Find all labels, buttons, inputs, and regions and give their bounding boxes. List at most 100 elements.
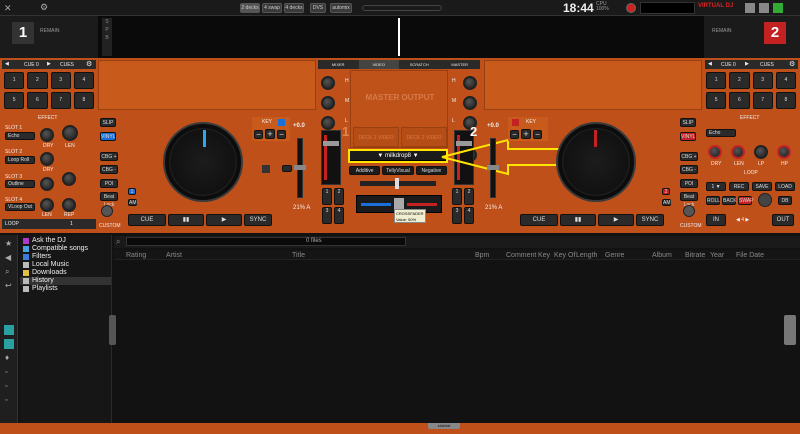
deck2-loop-load[interactable]: LOAD xyxy=(775,182,795,191)
deck2-cue-button[interactable]: CUE xyxy=(520,214,558,226)
deck2-fx-knob-len[interactable] xyxy=(731,145,745,159)
deck1-hotcue-1[interactable]: 1 xyxy=(4,72,25,89)
deck2-loop-roll[interactable]: ROLL xyxy=(706,196,720,205)
col-title[interactable]: Title xyxy=(292,252,305,259)
deck2-hotcue-5[interactable]: 5 xyxy=(706,92,727,109)
video-fx-telly[interactable]: TellyVisual xyxy=(382,166,414,175)
deck2-beatlock-button[interactable]: Beat Lock xyxy=(680,192,698,208)
fullscreen-button[interactable] xyxy=(773,3,783,13)
deck1-slot1-select[interactable]: Echo xyxy=(5,132,35,140)
deck1-key-lock-icon[interactable] xyxy=(278,119,285,126)
deck2-poi-button[interactable]: POI xyxy=(680,179,698,188)
deck1-cue-button[interactable]: CUE xyxy=(128,214,166,226)
deck2-slot1-select[interactable]: Echo xyxy=(706,129,736,137)
deck1-volume-fader[interactable] xyxy=(321,130,341,185)
col-genre[interactable]: Genre xyxy=(605,252,624,259)
deck2-loop-rec[interactable]: REC xyxy=(729,182,749,191)
search-icon[interactable]: ⌕ xyxy=(116,237,120,247)
deck2-loop-knob[interactable] xyxy=(758,193,772,207)
tree-item-compatible-songs[interactable]: Compatible songs xyxy=(20,245,111,253)
deck1-pitch-knob[interactable] xyxy=(262,165,270,173)
deck1-hotcue-8[interactable]: 8 xyxy=(73,92,94,109)
deck2-fx-knob-dry[interactable] xyxy=(708,145,722,159)
deck1-hotcue-5[interactable]: 5 xyxy=(4,92,25,109)
deck1-slip-button[interactable]: SLIP xyxy=(100,118,116,127)
deck2-cbg-plus[interactable]: CBG + xyxy=(680,152,698,161)
col-year[interactable]: Year xyxy=(710,252,724,259)
col-comment[interactable]: Comment xyxy=(506,252,536,259)
deck1-fx2-knob[interactable] xyxy=(40,152,54,166)
fader2-btn-1[interactable]: 1 xyxy=(452,188,462,205)
col-rating[interactable]: Rating xyxy=(126,252,146,259)
deck2-hotcue-2[interactable]: 2 xyxy=(729,72,750,89)
deck1-cbg-minus[interactable]: CBG - xyxy=(100,165,118,174)
triangle-icon[interactable]: ◀ xyxy=(5,253,11,262)
deck2-hotcue-7[interactable]: 7 xyxy=(752,92,773,109)
deck2-prev-icon[interactable]: ◀ xyxy=(708,61,712,67)
deck2-hotcue-3[interactable]: 3 xyxy=(752,72,773,89)
col-key-of[interactable]: Key Of xyxy=(554,252,575,259)
deck2-key-plus[interactable]: + xyxy=(521,129,531,139)
deck2-key-minus[interactable]: − xyxy=(510,130,519,139)
deck2-hotcue-8[interactable]: 8 xyxy=(775,92,796,109)
deck1-poi-button[interactable]: POI xyxy=(100,179,118,188)
deck2-pitch-handle[interactable] xyxy=(487,165,499,170)
close-icon[interactable]: ✕ xyxy=(4,3,14,13)
col-album[interactable]: Album xyxy=(652,252,672,259)
deck1-key-plus[interactable]: + xyxy=(265,129,275,139)
deck2-pause-button[interactable]: ▮▮ xyxy=(560,214,596,226)
deck2-sync-button[interactable]: SYNC xyxy=(636,214,664,226)
deck2-loop-value[interactable]: ◀ 4 ▶ xyxy=(736,217,749,223)
restore-button[interactable] xyxy=(759,3,769,13)
deck1-slot3-select[interactable]: Outline xyxy=(5,180,35,188)
deck1-eq-mid-knob[interactable] xyxy=(321,96,335,110)
sideliat-tab[interactable]: sideliat xyxy=(428,423,460,429)
list-icon[interactable]: ▫ xyxy=(5,383,7,390)
deck1-cbg-plus[interactable]: CBG + xyxy=(100,152,118,161)
deck2-hotcue-6[interactable]: 6 xyxy=(729,92,750,109)
search-icon[interactable]: ⌕ xyxy=(5,267,9,277)
deck2-loop-size[interactable]: 1 ▼ xyxy=(706,182,726,191)
deck2-key-lock-icon[interactable] xyxy=(512,119,519,126)
settings-icon[interactable]: ⚙ xyxy=(40,2,50,13)
deck1-hotcue-4[interactable]: 4 xyxy=(73,72,94,89)
layout-2-decks-button[interactable]: 2 decks xyxy=(240,3,260,13)
deck1-fx3-knob2[interactable] xyxy=(62,172,76,186)
deck2-next-icon[interactable]: ▶ xyxy=(745,61,749,67)
fader1-btn-2[interactable]: 2 xyxy=(334,188,344,205)
search-input[interactable] xyxy=(126,237,406,246)
sampler-icon[interactable] xyxy=(4,325,14,335)
deck2-vinyl-button[interactable]: VINYL xyxy=(680,132,696,141)
deck1-custom-icon[interactable] xyxy=(101,205,113,217)
tree-item-history[interactable]: History xyxy=(20,277,111,285)
deck1-hotcue-7[interactable]: 7 xyxy=(50,92,71,109)
fader2-btn-3[interactable]: 3 xyxy=(452,207,462,224)
info-side-tab[interactable] xyxy=(784,315,796,345)
deck2-loop-db[interactable]: DB xyxy=(778,196,792,205)
fader1-btn-3[interactable]: 3 xyxy=(322,207,332,224)
dvs-button[interactable]: DVS xyxy=(310,3,326,13)
deck2-loop-in[interactable]: IN xyxy=(706,214,726,226)
folders-side-tab[interactable] xyxy=(109,315,116,345)
deck2-eq-mid-knob[interactable] xyxy=(463,96,477,110)
deck1-hotcue-3[interactable]: 3 xyxy=(50,72,71,89)
deck1-eq-low-knob[interactable] xyxy=(321,116,335,130)
layout-4-decks-button[interactable]: 4 decks xyxy=(284,3,304,13)
col-artist[interactable]: Artist xyxy=(166,252,182,259)
tree-item-playlists[interactable]: Playlists xyxy=(20,285,111,293)
back-icon[interactable]: ↩ xyxy=(5,281,12,290)
deck1-eq-high-knob[interactable] xyxy=(321,76,335,90)
wave-icon[interactable] xyxy=(4,339,14,349)
minimize-button[interactable] xyxy=(745,3,755,13)
deck1-fx4-knob[interactable] xyxy=(40,198,54,212)
deck1-gear-icon[interactable]: ⚙ xyxy=(86,60,92,68)
deck2-sync-indicator[interactable]: 2 xyxy=(662,188,670,195)
video-fx-additive[interactable]: Additive xyxy=(349,166,381,175)
clips-icon[interactable]: ▫ xyxy=(5,369,7,376)
deck2-am-button[interactable]: AM xyxy=(662,199,671,206)
deck2-loop-save[interactable]: SAVE xyxy=(752,182,772,191)
tree-item-local-music[interactable]: Local Music xyxy=(20,261,111,269)
deck1-next-icon[interactable]: ▶ xyxy=(47,61,51,67)
deck2-hotcue-4[interactable]: 4 xyxy=(775,72,796,89)
star-icon[interactable]: ★ xyxy=(5,239,12,248)
